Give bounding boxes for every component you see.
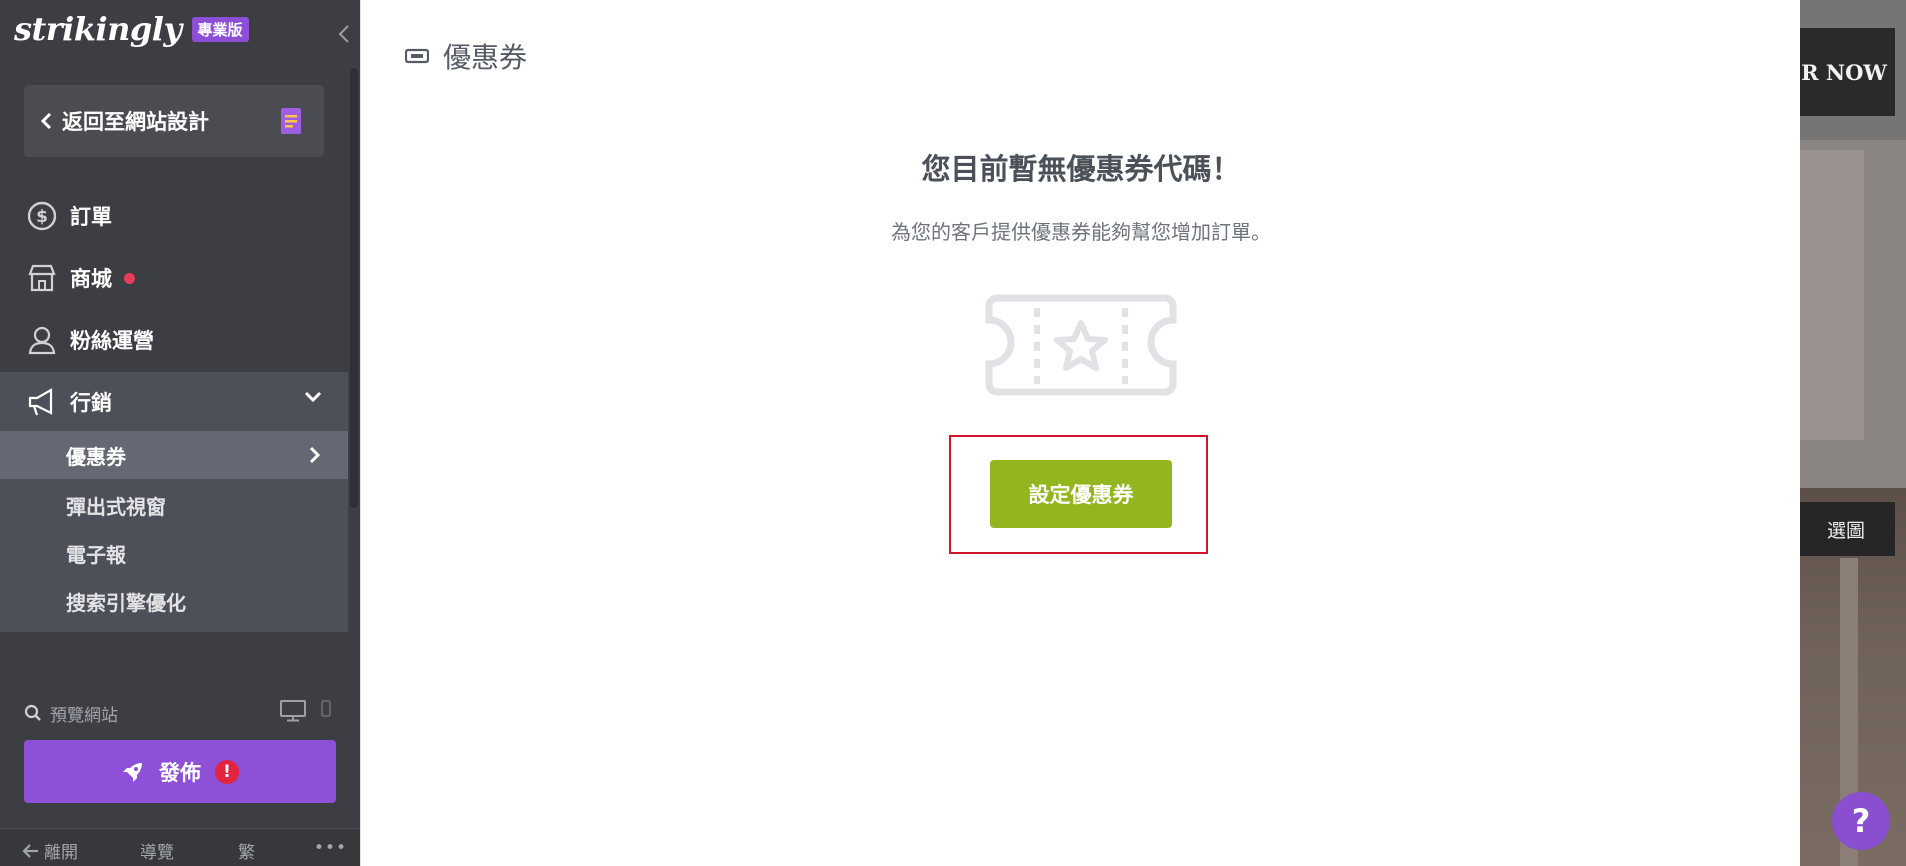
chevron-right-icon bbox=[309, 446, 321, 464]
ticket-icon bbox=[405, 48, 429, 64]
set-coupon-button[interactable]: 設定優惠券 bbox=[990, 460, 1172, 528]
sidebar: strikingly 專業版 返回至網站設計 $ 訂單 商城 粉絲運營 行銷 優… bbox=[0, 0, 360, 866]
megaphone-icon bbox=[26, 386, 58, 418]
submenu-item-newsletter[interactable]: 電子報 bbox=[0, 529, 348, 577]
sidebar-item-fans[interactable]: 粉絲運營 bbox=[0, 312, 348, 368]
rocket-icon bbox=[123, 762, 142, 782]
more-menu-button[interactable]: ••• bbox=[314, 838, 347, 858]
preview-order-button: R NOW bbox=[1800, 28, 1895, 116]
sidebar-item-label: 商城 bbox=[70, 267, 112, 291]
document-icon bbox=[281, 108, 301, 134]
pro-badge: 專業版 bbox=[191, 16, 249, 42]
submenu-item-label: 搜索引擎優化 bbox=[66, 590, 186, 615]
sidebar-item-orders[interactable]: $ 訂單 bbox=[0, 188, 348, 244]
leave-link[interactable]: 離開 bbox=[22, 838, 78, 863]
submenu-item-label: 優惠券 bbox=[66, 444, 126, 469]
back-to-site-design-label: 返回至網站設計 bbox=[62, 110, 209, 134]
empty-state-title: 您目前暫無優惠券代碼！ bbox=[921, 152, 1241, 186]
notification-dot bbox=[124, 272, 135, 284]
sidebar-item-marketing[interactable]: 行銷 bbox=[0, 372, 348, 431]
submenu-item-popups[interactable]: 彈出式視窗 bbox=[0, 481, 348, 529]
svg-text:$: $ bbox=[36, 207, 48, 227]
submenu-item-seo[interactable]: 搜索引擎優化 bbox=[0, 577, 348, 625]
sidebar-scrollbar[interactable] bbox=[350, 68, 358, 508]
chevron-left-icon bbox=[40, 112, 52, 130]
marketing-submenu: 優惠券 彈出式視窗 電子報 搜索引擎優化 bbox=[0, 431, 348, 632]
preview-image-button: 選圖 bbox=[1800, 502, 1895, 556]
coupon-ticket-icon bbox=[985, 294, 1177, 396]
desktop-icon[interactable] bbox=[280, 700, 306, 722]
search-icon bbox=[24, 704, 41, 721]
empty-state-subtitle: 為您的客戶提供優惠券能夠幫您增加訂單。 bbox=[891, 220, 1271, 244]
collapse-sidebar-icon[interactable] bbox=[336, 22, 352, 46]
dollar-circle-icon: $ bbox=[26, 200, 58, 232]
leave-label: 離開 bbox=[44, 843, 78, 863]
tour-link[interactable]: 導覽 bbox=[140, 838, 174, 863]
preview-hero-image bbox=[1800, 150, 1864, 440]
publish-label: 發佈 bbox=[159, 760, 201, 785]
page-header: 優惠券 bbox=[405, 36, 527, 76]
sidebar-item-label: 行銷 bbox=[70, 390, 112, 415]
preview-site-label: 預覽網站 bbox=[50, 705, 118, 726]
sidebar-item-label: 訂單 bbox=[70, 205, 112, 229]
user-icon bbox=[26, 324, 58, 356]
chevron-down-icon bbox=[304, 391, 322, 403]
warning-badge: ! bbox=[215, 759, 239, 784]
mobile-icon[interactable] bbox=[320, 700, 332, 718]
help-button[interactable]: ? bbox=[1832, 792, 1890, 850]
submenu-item-coupons[interactable]: 優惠券 bbox=[0, 431, 348, 479]
arrow-left-icon bbox=[22, 843, 38, 858]
submenu-item-label: 彈出式視窗 bbox=[66, 494, 166, 519]
page-title: 優惠券 bbox=[443, 41, 528, 74]
brand: strikingly 專業版 bbox=[14, 10, 249, 48]
site-preview-background: R NOW 選圖 bbox=[1800, 0, 1906, 866]
store-icon bbox=[26, 262, 58, 294]
sidebar-item-store[interactable]: 商城 bbox=[0, 250, 348, 306]
sidebar-bottom-bar: 離開 導覽 繁 ••• bbox=[0, 828, 360, 866]
submenu-item-label: 電子報 bbox=[66, 542, 126, 567]
coupons-panel: 優惠券 您目前暫無優惠券代碼！ 為您的客戶提供優惠券能夠幫您增加訂單。 設定優惠… bbox=[360, 0, 1800, 866]
sidebar-item-label: 粉絲運營 bbox=[70, 329, 154, 353]
strikingly-logo[interactable]: strikingly bbox=[14, 10, 182, 48]
language-link[interactable]: 繁 bbox=[238, 838, 255, 863]
publish-button[interactable]: 發佈 ! bbox=[24, 740, 336, 803]
back-to-site-design-button[interactable]: 返回至網站設計 bbox=[24, 85, 324, 157]
preview-site-row[interactable]: 預覽網站 bbox=[24, 698, 334, 728]
